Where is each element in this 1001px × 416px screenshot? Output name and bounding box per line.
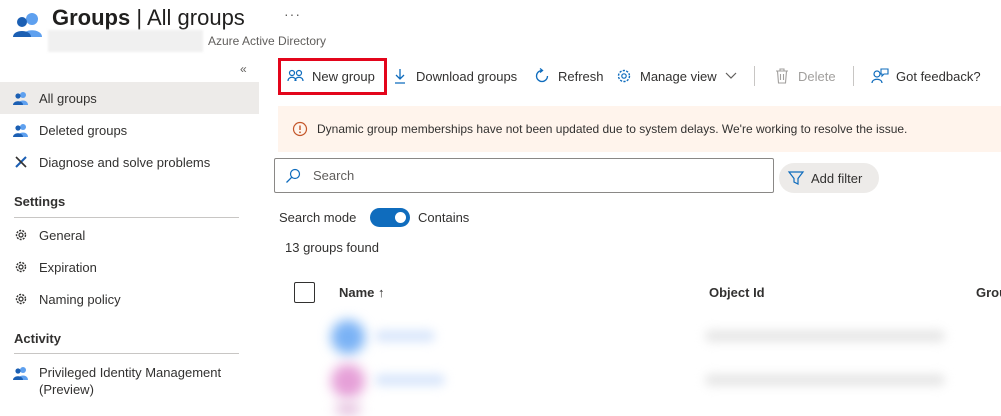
refresh-icon <box>533 67 551 85</box>
users-icon <box>12 364 30 382</box>
search-input[interactable] <box>311 167 751 184</box>
search-mode-label: Search mode <box>279 210 357 225</box>
sidebar-item-naming-policy[interactable]: Naming policy <box>0 283 259 315</box>
trash-icon <box>773 67 791 85</box>
search-mode-value: Contains <box>418 210 470 225</box>
download-icon <box>391 67 409 85</box>
search-mode-toggle[interactable] <box>370 208 410 227</box>
collapse-sidebar-button[interactable]: « <box>240 62 247 76</box>
sidebar-divider <box>14 353 239 354</box>
gear-icon <box>12 226 30 244</box>
new-group-label: New group <box>312 68 375 84</box>
sidebar-item-expiration[interactable]: Expiration <box>0 251 259 283</box>
pim-label-line2: (Preview) <box>39 382 94 397</box>
delete-label: Delete <box>798 68 836 84</box>
sidebar-item-label: General <box>39 227 86 243</box>
users-icon <box>12 121 30 139</box>
gear-icon <box>12 258 30 276</box>
table-row[interactable] <box>285 318 1001 354</box>
warning-banner-text: Dynamic group memberships have not been … <box>317 122 908 136</box>
feedback-icon <box>871 67 889 85</box>
sidebar-item-label: All groups <box>39 90 97 106</box>
pim-label-line1: Privileged Identity Management <box>39 365 222 380</box>
toolbar-divider <box>853 66 854 86</box>
new-group-button[interactable]: New group <box>287 62 375 90</box>
column-header-name[interactable]: Name ↑ <box>339 285 385 300</box>
delete-button[interactable]: Delete <box>773 62 836 90</box>
add-filter-label: Add filter <box>811 170 863 186</box>
warning-banner: Dynamic group memberships have not been … <box>278 106 1001 152</box>
page-title-rest: All groups <box>146 5 245 30</box>
search-icon <box>285 168 301 184</box>
page-title: Groups | All groups <box>52 4 245 32</box>
sidebar-item-label: Naming policy <box>39 291 121 307</box>
feedback-button[interactable]: Got feedback? <box>871 62 981 90</box>
toolbar-divider <box>754 66 755 86</box>
chevron-down-icon <box>725 72 737 80</box>
download-groups-button[interactable]: Download groups <box>391 62 517 90</box>
sidebar-item-pim[interactable]: Privileged Identity Management (Preview) <box>0 358 259 398</box>
users-icon <box>12 89 30 107</box>
sidebar-item-diagnose[interactable]: Diagnose and solve problems <box>0 146 259 178</box>
search-box <box>274 158 774 193</box>
sidebar-item-general[interactable]: General <box>0 219 259 251</box>
sidebar-section-activity: Activity <box>14 331 61 346</box>
results-count: 13 groups found <box>285 240 379 255</box>
sidebar-item-label: Diagnose and solve problems <box>39 154 211 170</box>
gear-icon <box>615 67 633 85</box>
wrench-icon <box>12 153 30 171</box>
filter-icon <box>787 169 805 187</box>
more-options-button[interactable]: ··· <box>284 6 301 22</box>
sidebar-item-deleted-groups[interactable]: Deleted groups <box>0 114 259 146</box>
manage-view-button[interactable]: Manage view <box>615 62 737 90</box>
column-header-group[interactable]: Grou <box>976 285 1001 300</box>
groups-logo-icon <box>12 10 44 38</box>
sidebar-item-label: Deleted groups <box>39 122 128 138</box>
page-subtitle: Azure Active Directory <box>208 34 327 48</box>
refresh-button[interactable]: Refresh <box>533 62 604 90</box>
refresh-label: Refresh <box>558 68 604 84</box>
sidebar-item-label: Privileged Identity Management (Preview) <box>39 364 221 398</box>
page-title-main: Groups <box>52 5 131 30</box>
sidebar-item-label: Expiration <box>39 259 97 275</box>
column-header-object-id[interactable]: Object Id <box>709 285 765 300</box>
info-icon <box>292 121 308 137</box>
table-row[interactable] <box>285 402 1001 416</box>
select-all-checkbox[interactable] <box>294 282 315 303</box>
sidebar-divider <box>14 217 239 218</box>
page-title-separator: | <box>130 5 147 30</box>
gear-icon <box>12 290 30 308</box>
download-groups-label: Download groups <box>416 68 518 84</box>
sidebar-section-settings: Settings <box>14 194 66 209</box>
table-row[interactable] <box>285 362 1001 398</box>
feedback-label: Got feedback? <box>896 68 981 84</box>
manage-view-label: Manage view <box>640 68 717 84</box>
redacted-tenant-name <box>48 30 203 52</box>
add-group-icon <box>287 67 305 85</box>
add-filter-button[interactable]: Add filter <box>779 163 879 193</box>
sidebar-item-all-groups[interactable]: All groups <box>0 82 259 114</box>
